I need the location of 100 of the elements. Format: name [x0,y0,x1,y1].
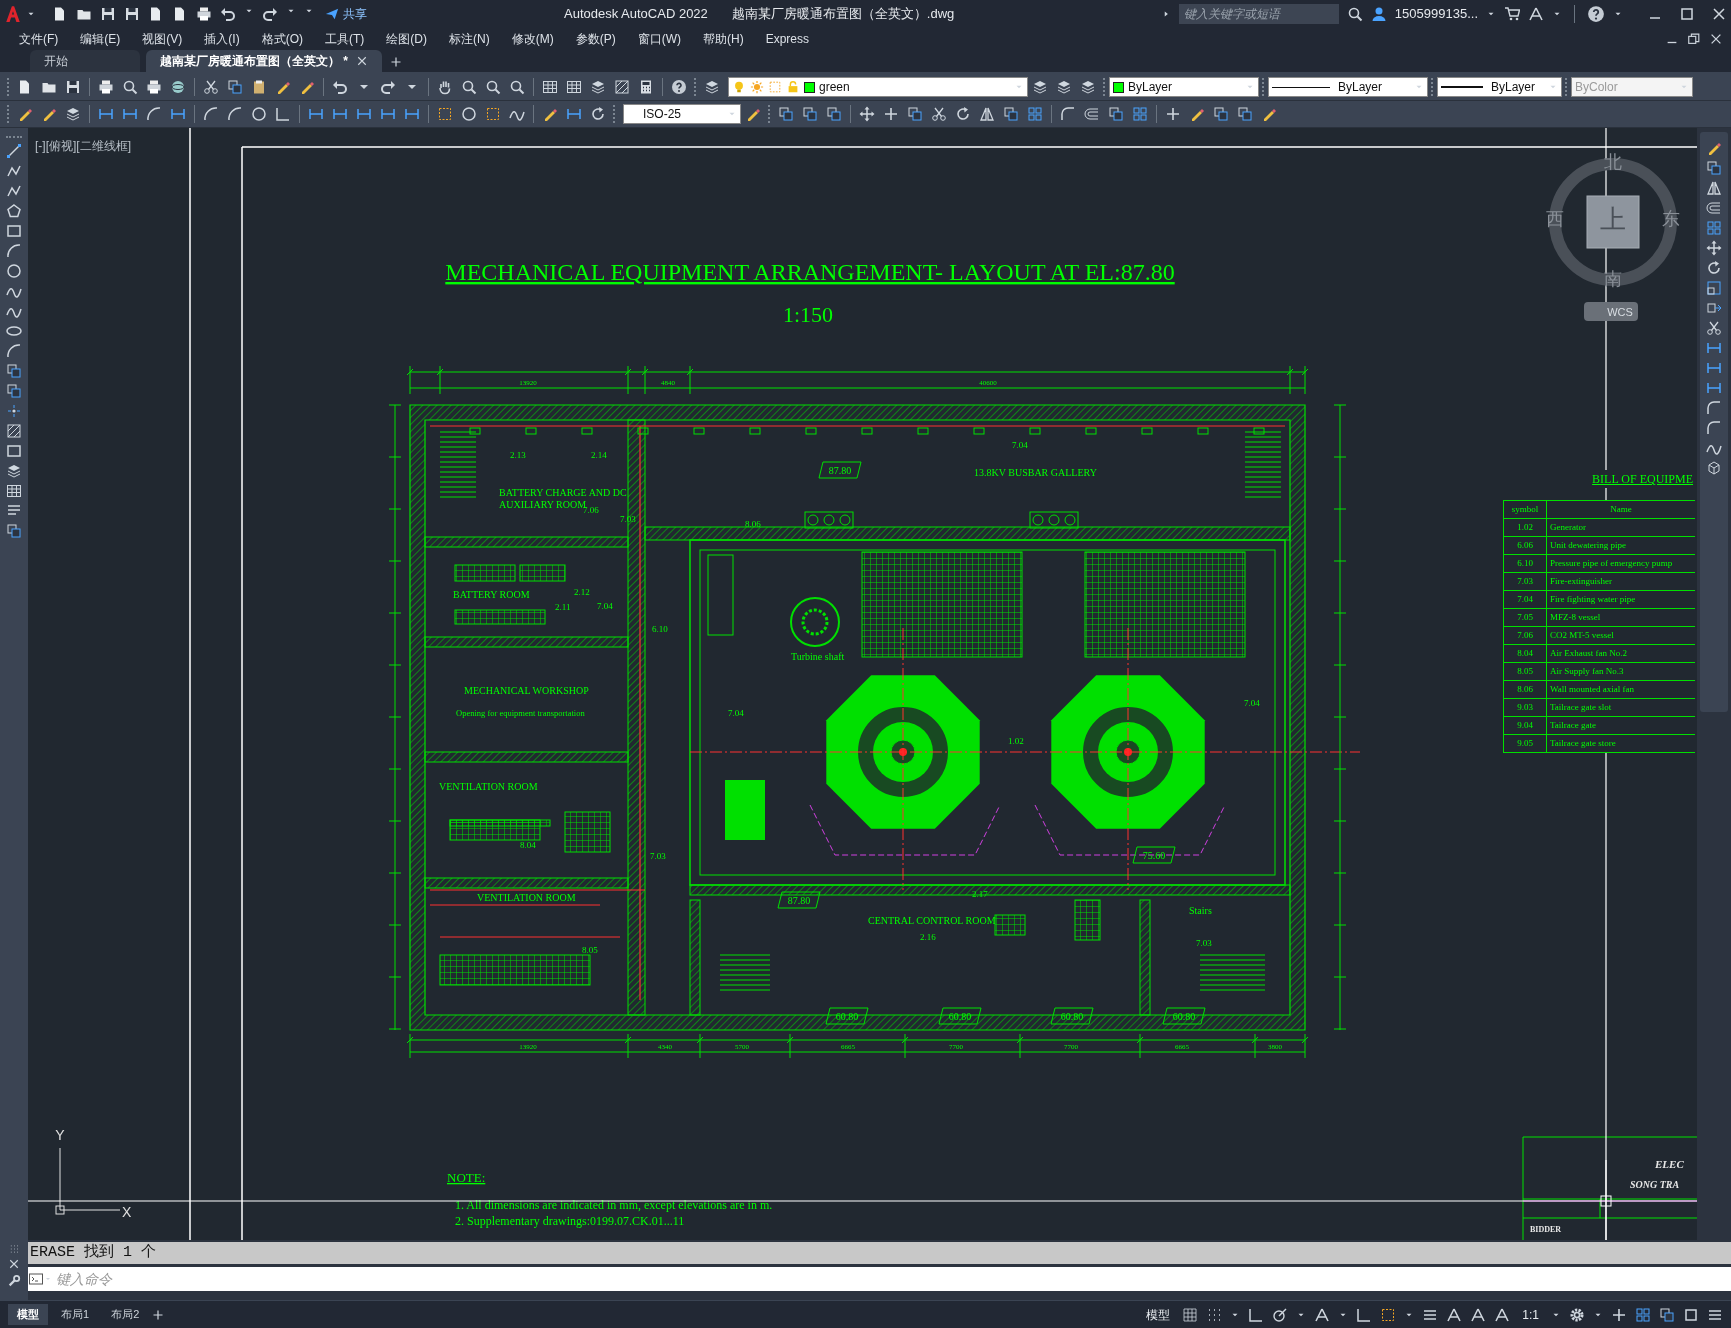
menu-item[interactable]: Express [754,30,820,48]
pentagon-icon[interactable] [6,203,22,219]
close-icon[interactable] [1709,32,1723,46]
menu-item[interactable]: 窗口(W) [626,30,692,48]
save-as-icon[interactable] [124,6,140,22]
model-space-button[interactable]: 模型 [1142,1305,1175,1324]
wcs-menu[interactable] [1584,302,1638,321]
settings-icon[interactable] [1569,1306,1585,1323]
pan-icon[interactable] [437,79,453,95]
polar-icon[interactable] [1272,1306,1289,1323]
menu-item[interactable]: 视图(V) [131,30,194,48]
menu-item[interactable]: 修改(M) [500,30,565,48]
layer-dropdown[interactable]: green [728,77,1028,97]
copy-icon[interactable] [778,106,794,122]
copy-icon[interactable] [1706,160,1722,176]
scale-icon[interactable] [1706,280,1722,296]
hatch-icon[interactable] [6,423,22,439]
dimension-style-dropdown[interactable]: ISO-25 [623,104,741,124]
prompt-icon[interactable] [28,1271,44,1287]
menu-item[interactable]: 编辑(E) [69,30,132,48]
menu-item[interactable]: 格式(O) [250,30,314,48]
search-field[interactable]: 键入关键字或短语 [1178,4,1339,24]
rotate-icon[interactable] [955,106,971,122]
restore-icon[interactable] [1687,32,1701,46]
calculator-icon[interactable] [638,79,654,95]
document-tab[interactable]: 越南某厂房暖通布置图（全英文） * [146,50,382,72]
plot-icon[interactable] [146,79,162,95]
ellipse-icon[interactable] [6,323,22,339]
redo-icon[interactable] [380,79,396,95]
add-layout-icon[interactable] [152,1308,165,1321]
grip-icon[interactable] [9,1244,19,1254]
linetype-dropdown[interactable]: ByLayer [1268,77,1428,97]
close-icon[interactable] [8,1258,20,1270]
lineweight-dropdown[interactable]: ByLayer [1437,77,1562,97]
layout-tab[interactable]: 布局1 [52,1304,99,1325]
redo-icon[interactable] [262,6,278,22]
print-icon[interactable] [98,79,114,95]
undo-icon[interactable] [220,6,236,22]
layout-tab[interactable]: 布局2 [102,1304,149,1325]
move-icon[interactable] [1706,240,1722,256]
wcs-label: WCS [1607,306,1633,318]
column-header: Name [1546,500,1695,519]
menu-item[interactable]: 文件(F) [8,30,70,48]
layout-tab[interactable]: 模型 [8,1304,48,1325]
user-icon[interactable] [1370,6,1387,22]
help-icon[interactable] [1587,5,1605,23]
maximize-icon[interactable] [1679,6,1695,22]
rotate-icon[interactable] [1706,260,1722,276]
new-tab-icon[interactable] [390,56,402,68]
triangle-icon[interactable] [1528,6,1544,22]
mirror-icon[interactable] [1706,180,1722,196]
save-icon[interactable] [65,79,81,95]
undo-icon[interactable] [332,79,348,95]
layer-color-swatch [804,81,815,93]
sphere-icon[interactable] [170,79,186,95]
scissors-icon[interactable] [203,79,219,95]
menu-item[interactable]: 帮助(H) [692,30,755,48]
arc-icon[interactable] [6,243,22,259]
mirror-icon[interactable] [979,106,995,122]
plus-icon[interactable] [1611,1306,1627,1323]
wrench-icon[interactable] [7,1274,21,1288]
clipboard-icon[interactable] [251,79,267,95]
circle-icon[interactable] [6,263,22,279]
note-heading: NOTE: [447,1170,486,1185]
stretch-icon[interactable] [1706,300,1722,316]
layers-icon[interactable] [704,79,720,95]
app-logo-icon[interactable] [4,5,22,23]
viewport-label[interactable]: [-][俯视][二维线框] [35,139,131,153]
lineweight-preview [1441,86,1483,88]
rectangle-icon[interactable] [6,223,22,239]
array-icon[interactable] [1706,220,1722,236]
offset-icon[interactable] [1706,200,1722,216]
line-icon[interactable] [6,143,22,159]
menu-item[interactable]: 工具(T) [314,30,376,48]
search-icon[interactable] [1346,6,1363,22]
viewcube-face[interactable] [1586,195,1640,249]
document-tab[interactable]: 开始 [30,50,140,72]
annotation-scale[interactable]: 1:1 [1518,1305,1543,1324]
share-button[interactable]: 共享 [322,5,370,23]
move-icon[interactable] [859,106,875,122]
print-icon[interactable] [196,6,212,22]
color-dropdown[interactable]: ByLayer [1109,77,1259,97]
array-icon[interactable] [1027,106,1043,122]
close-icon[interactable] [356,55,368,67]
menu-item[interactable]: 参数(P) [564,30,627,48]
fillet-icon[interactable] [1706,420,1722,436]
copy-icon[interactable] [227,79,243,95]
table-icon[interactable] [6,483,22,499]
help-icon[interactable] [671,79,687,95]
polyline-icon[interactable] [6,163,22,179]
menu-item[interactable]: 绘图(D) [375,30,438,48]
menu-item[interactable]: 标注(N) [438,30,501,48]
cart-icon[interactable] [1504,6,1520,22]
close-icon[interactable] [1711,6,1727,22]
ucs-y-label: Y [55,1127,65,1143]
menu-item[interactable]: 插入(I) [193,30,251,48]
user-name[interactable]: 1505999135... [1394,4,1478,24]
offset-icon[interactable] [1084,106,1100,122]
fillet-icon[interactable] [1060,106,1076,122]
save-icon[interactable] [100,6,116,22]
